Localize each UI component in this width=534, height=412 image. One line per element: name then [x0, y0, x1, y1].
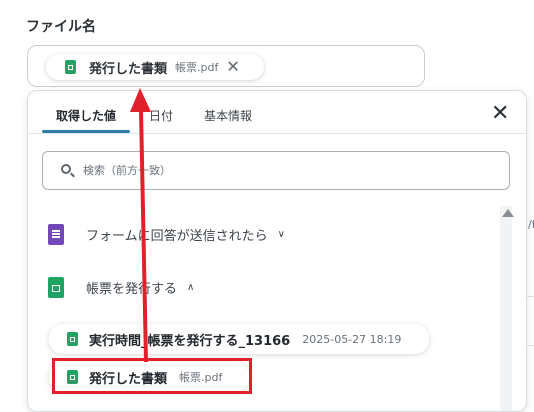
divider	[526, 296, 534, 297]
divider	[526, 345, 534, 346]
edge-text: /f	[528, 218, 534, 231]
annotation-arrow	[130, 88, 151, 363]
